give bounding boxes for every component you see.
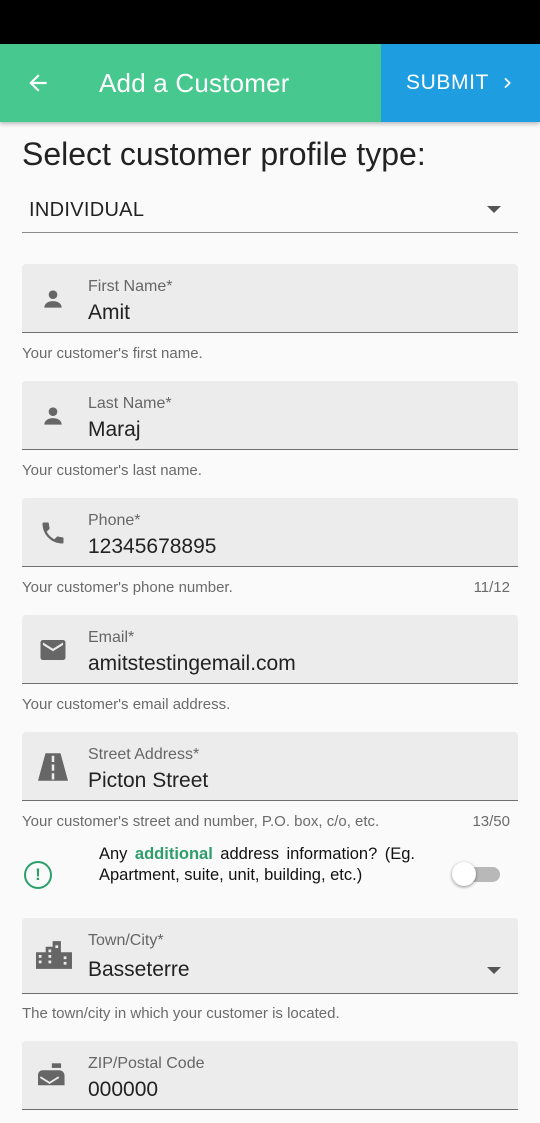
city-icon — [36, 940, 72, 970]
mailbox-icon — [38, 1061, 68, 1091]
email-field[interactable]: Email* amitstestingemail.com — [22, 615, 518, 684]
email-input[interactable]: amitstestingemail.com — [88, 652, 296, 676]
dropdown-arrow-icon — [487, 206, 501, 213]
last-name-input[interactable]: Maraj — [88, 418, 141, 442]
back-button[interactable] — [18, 63, 58, 103]
toggle-thumb — [452, 862, 476, 886]
last-name-helper: Your customer's last name. — [22, 462, 202, 479]
road-icon — [38, 752, 68, 782]
additional-address-row: ! Any additional address information? (E… — [22, 842, 518, 908]
street-address-helper: Your customer's street and number, P.O. … — [22, 813, 380, 830]
town-city-label: Town/City* — [88, 932, 164, 949]
chevron-right-icon — [504, 77, 511, 89]
street-char-counter: 13/50 — [472, 813, 510, 830]
town-city-field[interactable]: Town/City* Basseterre — [22, 918, 518, 994]
dropdown-arrow-icon — [487, 967, 501, 974]
phone-char-counter: 11/12 — [473, 579, 510, 596]
phone-icon — [38, 518, 68, 548]
mail-icon — [38, 635, 68, 665]
additional-address-toggle[interactable] — [452, 862, 500, 886]
street-address-input[interactable]: Picton Street — [88, 769, 208, 793]
last-name-field[interactable]: Last Name* Maraj — [22, 381, 518, 450]
town-city-helper: The town/city in which your customer is … — [22, 1005, 340, 1022]
app-bar: Add a Customer SUBMIT — [0, 44, 540, 122]
email-helper: Your customer's email address. — [22, 696, 231, 713]
submit-label: SUBMIT — [406, 71, 489, 94]
question-prefix: Any — [99, 845, 135, 863]
email-label: Email* — [88, 629, 135, 646]
zip-code-input[interactable]: 000000 — [88, 1078, 158, 1102]
page-title: Add a Customer — [99, 68, 290, 98]
phone-input[interactable]: 12345678895 — [88, 535, 216, 559]
last-name-label: Last Name* — [88, 395, 172, 412]
phone-field[interactable]: Phone* 12345678895 — [22, 498, 518, 567]
info-alert-icon: ! — [24, 861, 52, 889]
first-name-helper: Your customer's first name. — [22, 345, 203, 362]
status-bar — [0, 0, 540, 44]
street-address-label: Street Address* — [88, 746, 200, 763]
arrow-back-icon — [29, 74, 47, 92]
street-address-field[interactable]: Street Address* Picton Street — [22, 732, 518, 801]
zip-code-label: ZIP/Postal Code — [88, 1055, 205, 1072]
first-name-label: First Name* — [88, 278, 173, 295]
question-highlight: additional — [134, 845, 213, 863]
profile-type-heading: Select customer profile type: — [22, 136, 426, 172]
town-city-value: Basseterre — [88, 958, 190, 981]
person-icon — [38, 401, 68, 431]
first-name-field[interactable]: First Name* Amit — [22, 264, 518, 333]
phone-helper: Your customer's phone number. — [22, 579, 233, 596]
additional-address-question: Any additional address information? (Eg.… — [99, 844, 415, 885]
submit-button[interactable]: SUBMIT — [381, 44, 540, 122]
profile-type-value: INDIVIDUAL — [29, 199, 145, 221]
zip-code-field[interactable]: ZIP/Postal Code 000000 — [22, 1041, 518, 1110]
person-icon — [38, 284, 68, 314]
phone-label: Phone* — [88, 512, 141, 529]
first-name-input[interactable]: Amit — [88, 301, 130, 325]
profile-type-select[interactable]: INDIVIDUAL — [22, 186, 518, 233]
